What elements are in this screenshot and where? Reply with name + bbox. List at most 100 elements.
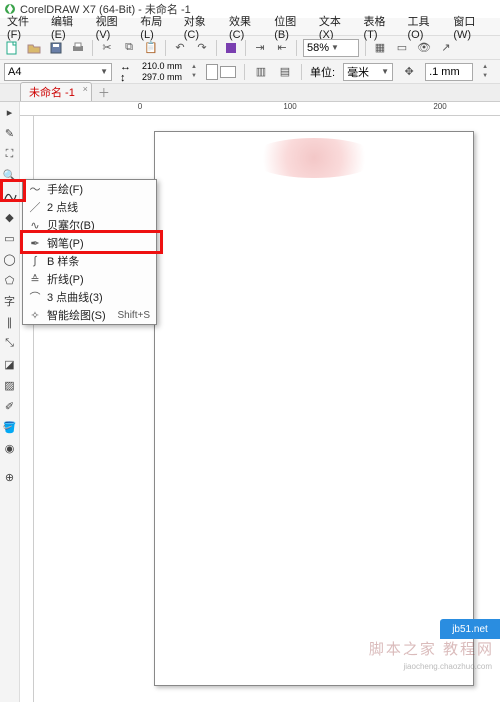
document-tabs: 未命名 -1 × ＋ [0, 84, 500, 102]
ruler-tick: 0 [138, 102, 142, 111]
snap-button[interactable]: ▦ [372, 40, 388, 56]
bezier-icon: ∿ [29, 219, 41, 231]
redo-button[interactable]: ↷ [194, 40, 210, 56]
zoom-value: 58% [307, 42, 329, 54]
toolbox: ▸ ✎ ⛶ 🔍 ◆ ▭ ◯ ⬠ 字 ∥ ⤡ ◪ ▨ ✐ 🪣 ◉ ⊕ [0, 102, 20, 702]
undo-button[interactable]: ↶ [172, 40, 188, 56]
nudge-icon: ✥ [401, 64, 417, 80]
menu-view[interactable]: 视图(V) [93, 12, 136, 42]
zoom-combo[interactable]: 58%▼ [303, 39, 359, 57]
paste-button[interactable]: 📋 [143, 40, 159, 56]
document-tab[interactable]: 未命名 -1 × [20, 82, 92, 101]
menu-edit[interactable]: 编辑(E) [48, 12, 91, 42]
crop-tool[interactable]: ⛶ [2, 146, 18, 162]
threecurve-icon: ⌒ [29, 291, 41, 303]
text-tool[interactable]: 字 [2, 293, 18, 309]
save-button[interactable] [48, 40, 64, 56]
property-bar: A4▼ ↔210.0 mm ↕297.0 mm ▲▼ ▥ ▤ 单位: 毫米 ▼ ✥… [0, 60, 500, 84]
twopoint-icon: ／ [29, 201, 41, 213]
view-button[interactable]: 👁 [416, 40, 432, 56]
outline-tool[interactable]: ◉ [2, 440, 18, 456]
search-button[interactable] [223, 40, 239, 56]
page-dimensions: ↔210.0 mm ↕297.0 mm [120, 61, 182, 82]
watermark-sub: jiaocheng.chaozhuo.com [403, 662, 492, 671]
width-icon: ↔ [120, 61, 130, 71]
export-button[interactable]: ⇤ [274, 40, 290, 56]
shortcut-label: Shift+S [117, 310, 150, 321]
units-label: 单位: [310, 64, 335, 80]
shape-tool[interactable]: ✎ [2, 125, 18, 141]
ruler-horizontal[interactable]: 0 100 200 [20, 102, 500, 116]
expand-toolbox[interactable]: ⊕ [2, 469, 18, 485]
polygon-tool[interactable]: ⬠ [2, 272, 18, 288]
flyout-bezier[interactable]: ∿贝塞尔(B) [23, 216, 156, 234]
nudge-stepper[interactable]: ▲▼ [481, 63, 489, 81]
nudge-field[interactable]: .1 mm [425, 63, 473, 81]
page-height[interactable]: 297.0 mm [132, 73, 182, 82]
page-current-icon[interactable]: ▤ [277, 64, 293, 80]
artwork-ellipse[interactable] [249, 138, 379, 178]
ruler-tick: 100 [283, 102, 296, 111]
chevron-down-icon: ▼ [381, 67, 389, 76]
polyline-icon: ≙ [29, 273, 41, 285]
launch-button[interactable]: ↗ [438, 40, 454, 56]
units-value: 毫米 [347, 64, 369, 80]
flyout-pen[interactable]: ✒钢笔(P) [23, 234, 156, 252]
parallel-tool[interactable]: ∥ [2, 314, 18, 330]
freehand-icon: 〜 [29, 183, 41, 195]
page[interactable] [154, 131, 474, 686]
badge-watermark: jb51.net [440, 619, 500, 639]
page-width[interactable]: 210.0 mm [132, 62, 182, 71]
menu-table[interactable]: 表格(T) [361, 12, 403, 42]
print-button[interactable] [70, 40, 86, 56]
menu-bar[interactable]: 文件(F) 编辑(E) 视图(V) 布局(L) 对象(C) 效果(C) 位图(B… [0, 18, 500, 36]
import-button[interactable]: ⇥ [252, 40, 268, 56]
menu-layout[interactable]: 布局(L) [137, 12, 178, 42]
fill-tool[interactable]: 🪣 [2, 419, 18, 435]
menu-object[interactable]: 对象(C) [181, 12, 224, 42]
pick-tool[interactable]: ▸ [2, 104, 18, 120]
menu-file[interactable]: 文件(F) [4, 12, 46, 42]
flyout-twopoint[interactable]: ／2 点线 [23, 198, 156, 216]
connector-tool[interactable]: ⤡ [2, 335, 18, 351]
cut-button[interactable]: ✂ [99, 40, 115, 56]
open-button[interactable] [26, 40, 42, 56]
menu-text[interactable]: 文本(X) [316, 12, 359, 42]
options-button[interactable]: ▭ [394, 40, 410, 56]
pagesize-value: A4 [8, 66, 21, 78]
new-button[interactable] [4, 40, 20, 56]
watermark-main: 脚本之家 教程网 [369, 638, 494, 659]
ellipse-tool[interactable]: ◯ [2, 251, 18, 267]
page-all-icon[interactable]: ▥ [253, 64, 269, 80]
dim-stepper[interactable]: ▲▼ [190, 63, 198, 81]
zoom-tool[interactable]: 🔍 [2, 167, 18, 183]
flyout-smart[interactable]: ✧智能绘图(S)Shift+S [23, 306, 156, 324]
add-tab-button[interactable]: ＋ [98, 84, 110, 101]
transparency-tool[interactable]: ▨ [2, 377, 18, 393]
bspline-icon: ∫ [29, 255, 41, 267]
dropshadow-tool[interactable]: ◪ [2, 356, 18, 372]
portrait-icon[interactable] [206, 64, 218, 80]
chevron-down-icon: ▼ [331, 43, 339, 52]
smartfill-tool[interactable]: ◆ [2, 209, 18, 225]
menu-effects[interactable]: 效果(C) [226, 12, 269, 42]
freehand-tool[interactable] [2, 188, 18, 204]
flyout-freehand[interactable]: 〜手绘(F) [23, 180, 156, 198]
copy-button[interactable]: ⧉ [121, 40, 137, 56]
tab-label: 未命名 -1 [29, 87, 75, 99]
orientation-toggle[interactable] [206, 64, 236, 80]
menu-window[interactable]: 窗口(W) [450, 12, 496, 42]
flyout-bspline[interactable]: ∫B 样条 [23, 252, 156, 270]
curve-tools-flyout: 〜手绘(F) ／2 点线 ∿贝塞尔(B) ✒钢笔(P) ∫B 样条 ≙折线(P)… [22, 179, 157, 325]
flyout-polyline[interactable]: ≙折线(P) [23, 270, 156, 288]
close-icon[interactable]: × [83, 84, 88, 94]
rectangle-tool[interactable]: ▭ [2, 230, 18, 246]
menu-tools[interactable]: 工具(O) [405, 12, 449, 42]
pagesize-combo[interactable]: A4▼ [4, 63, 112, 81]
units-combo[interactable]: 毫米 ▼ [343, 63, 393, 81]
nudge-value: .1 mm [429, 66, 460, 78]
eyedropper-tool[interactable]: ✐ [2, 398, 18, 414]
menu-bitmap[interactable]: 位图(B) [271, 12, 314, 42]
landscape-icon[interactable] [220, 66, 236, 78]
flyout-threecurve[interactable]: ⌒3 点曲线(3) [23, 288, 156, 306]
